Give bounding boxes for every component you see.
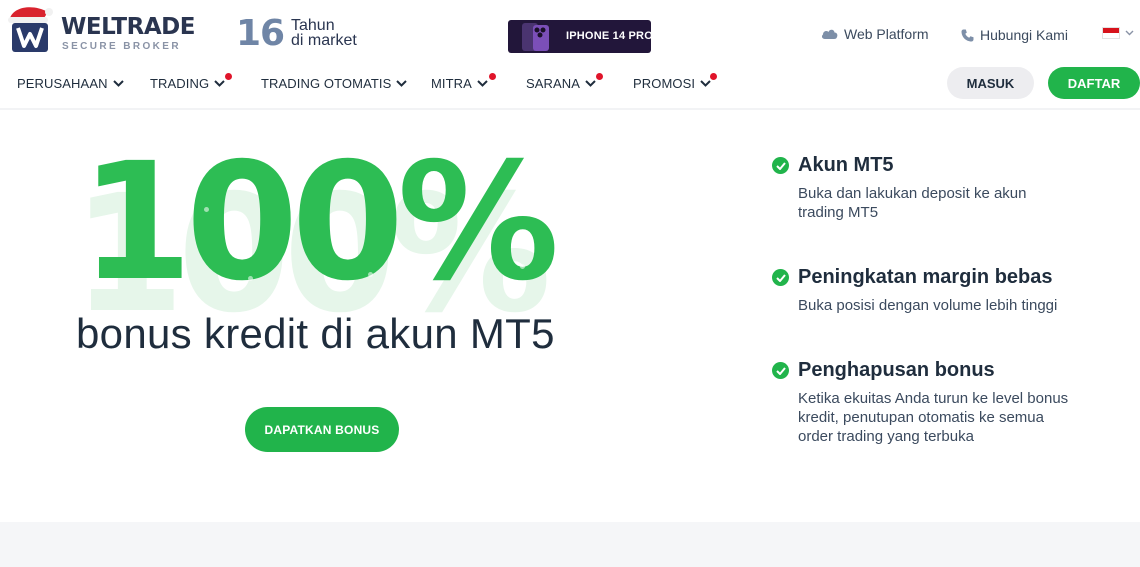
hero-headline: 100% — [80, 129, 559, 317]
brand-logo[interactable]: WELTRADE SECURE BROKER — [4, 4, 195, 54]
phone-icon — [961, 29, 974, 41]
brand-name: WELTRADE — [61, 14, 195, 40]
years-label-line2: di market — [291, 32, 357, 49]
snowflake — [368, 272, 373, 277]
cloud-icon — [821, 29, 838, 39]
feature-free-margin: Peningkatan margin bebas Buka posisi den… — [772, 266, 1112, 315]
feature-header: Peningkatan margin bebas — [772, 266, 1112, 289]
years-label-line1: Tahun — [291, 17, 335, 34]
web-platform-label: Web Platform — [844, 26, 929, 42]
language-selector[interactable] — [1102, 27, 1134, 39]
feature-title: Penghapusan bonus — [798, 359, 995, 381]
nav-item-promosi[interactable]: PROMOSI — [633, 76, 711, 91]
chevron-down-icon — [477, 80, 488, 87]
top-header: WELTRADE SECURE BROKER 16 Tahun di marke… — [0, 0, 1140, 66]
nav-item-label: PROMOSI — [633, 76, 696, 91]
nav-item-label: SARANA — [526, 76, 581, 91]
feature-mt5-account: Akun MT5 Buka dan lakukan deposit ke aku… — [772, 154, 1112, 222]
chevron-down-icon — [1125, 30, 1134, 36]
brand-tagline: SECURE BROKER — [62, 41, 181, 52]
notification-dot — [710, 73, 717, 80]
notification-dot — [596, 73, 603, 80]
feature-title: Peningkatan margin bebas — [798, 266, 1053, 288]
feature-description: Buka posisi dengan volume lebih tinggi — [798, 297, 1058, 314]
contact-label: Hubungi Kami — [980, 27, 1068, 43]
check-circle-icon — [772, 269, 789, 286]
hero-subheadline: bonus kredit di akun MT5 — [76, 310, 555, 357]
feature-bonus-removal: Penghapusan bonus Ketika ekuitas Anda tu… — [772, 359, 1112, 446]
nav-item-mitra[interactable]: MITRA — [431, 76, 488, 91]
nav-item-label: PERUSAHAAN — [17, 76, 108, 91]
chevron-down-icon — [700, 80, 711, 87]
snowflake — [248, 276, 253, 281]
logo-mark-icon — [8, 7, 53, 52]
snowflake — [204, 207, 209, 212]
next-section-band — [0, 522, 1140, 567]
promo-banner-label: IPHONE 14 PRO — [566, 30, 651, 42]
notification-dot — [225, 73, 232, 80]
get-bonus-button[interactable]: DAPATKAN BONUS — [245, 407, 399, 452]
notification-dot — [489, 73, 496, 80]
nav-item-perusahaan[interactable]: PERUSAHAAN — [17, 76, 124, 91]
feature-description: Buka dan lakukan deposit ke akun trading… — [798, 185, 1027, 221]
chevron-down-icon — [396, 80, 408, 87]
check-circle-icon — [772, 362, 789, 379]
web-platform-link[interactable]: Web Platform — [821, 26, 929, 42]
feature-description: Ketika ekuitas Anda turun ke level bonus… — [798, 390, 1069, 445]
nav-item-sarana[interactable]: SARANA — [526, 76, 596, 91]
check-circle-icon — [772, 157, 789, 174]
chevron-down-icon — [214, 80, 225, 87]
chevron-down-icon — [112, 80, 124, 87]
nav-item-label: TRADING — [150, 76, 210, 91]
nav-item-trading-otomatis[interactable]: TRADING OTOMATIS — [261, 76, 408, 91]
header-divider — [0, 108, 1140, 110]
nav-item-trading[interactable]: TRADING — [150, 76, 225, 91]
promo-banner[interactable]: IPHONE 14 PRO — [508, 20, 651, 53]
feature-title: Akun MT5 — [798, 154, 894, 176]
snowflake — [520, 264, 525, 269]
nav-item-label: MITRA — [431, 76, 472, 91]
feature-header: Akun MT5 — [772, 154, 1112, 177]
register-button[interactable]: DAFTAR — [1048, 67, 1140, 99]
phone-image-icon — [522, 23, 549, 51]
nav-item-label: TRADING OTOMATIS — [261, 76, 392, 91]
chevron-down-icon — [585, 80, 596, 87]
flag-indonesia-icon — [1102, 27, 1120, 39]
contact-link[interactable]: Hubungi Kami — [961, 27, 1068, 43]
login-button[interactable]: MASUK — [947, 67, 1034, 99]
years-number: 16 — [236, 13, 285, 54]
feature-header: Penghapusan bonus — [772, 359, 1112, 382]
years-label: Tahun di market — [291, 17, 381, 49]
